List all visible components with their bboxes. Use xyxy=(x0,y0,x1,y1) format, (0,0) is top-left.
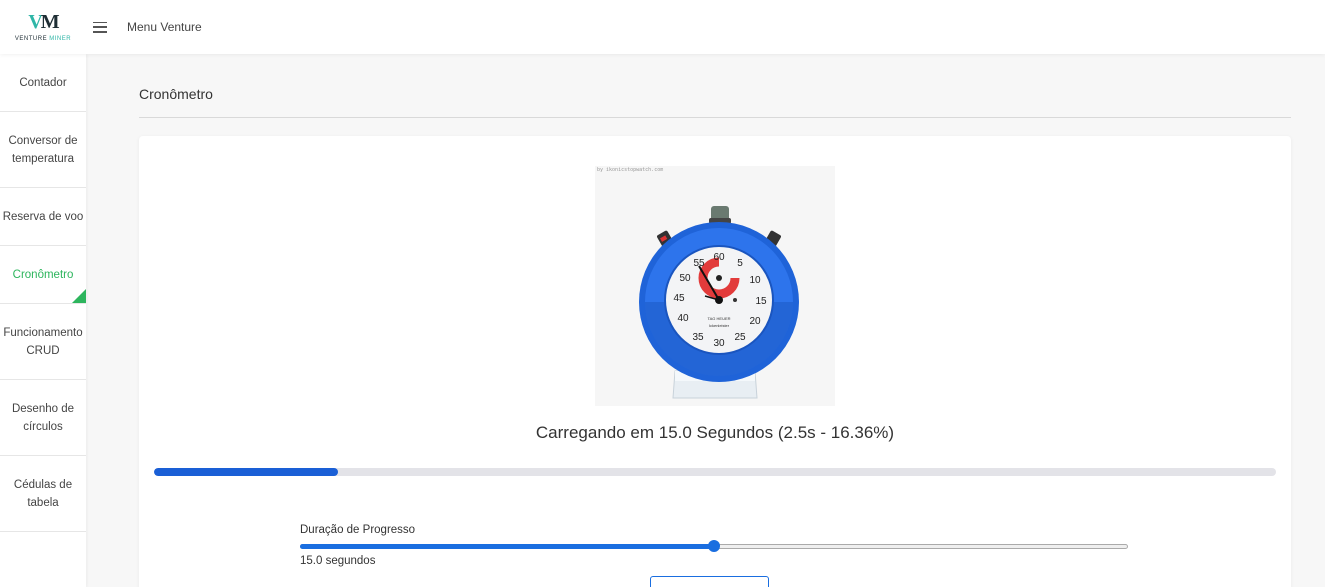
sidebar-item-label: Funcionamento CRUD xyxy=(3,326,83,357)
svg-text:50: 50 xyxy=(679,273,691,284)
menu-title: Menu Venture xyxy=(127,20,202,34)
sidebar-item-cedulas-tabela[interactable]: Cédulas de tabela xyxy=(0,456,86,532)
svg-text:20: 20 xyxy=(749,316,761,327)
slider-fill xyxy=(300,544,714,549)
stopwatch-illustration: 60 5 10 15 20 25 30 35 40 45 50 55 TAG H… xyxy=(639,206,799,399)
svg-text:60: 60 xyxy=(713,252,725,263)
svg-text:10: 10 xyxy=(749,275,761,286)
slider-thumb[interactable] xyxy=(708,540,720,552)
title-divider xyxy=(139,117,1291,118)
duration-label: Duração de Progresso xyxy=(300,524,416,536)
sidebar-item-label: Contador xyxy=(19,76,67,89)
svg-text:35: 35 xyxy=(692,332,704,343)
svg-text:45: 45 xyxy=(673,293,685,304)
sidebar-item-label: Desenho de círculos xyxy=(11,402,75,433)
stopwatch-action-button[interactable] xyxy=(650,576,769,587)
svg-text:TAG HEUER: TAG HEUER xyxy=(707,316,730,321)
hamburger-menu-icon[interactable] xyxy=(93,21,107,33)
sidebar: Contador Conversor de temperatura Reserv… xyxy=(0,54,86,587)
sidebar-item-label: Cédulas de tabela xyxy=(13,478,73,509)
sidebar-item-label: Conversor de temperatura xyxy=(8,134,78,165)
progress-bar xyxy=(154,468,1276,476)
venture-miner-logo[interactable]: VM VENTURE MINER xyxy=(0,0,86,54)
svg-text:30: 30 xyxy=(713,338,725,349)
svg-text:15: 15 xyxy=(755,296,767,307)
svg-text:5: 5 xyxy=(737,258,743,269)
image-watermark: by ikonicstopwatch.com xyxy=(597,167,664,173)
duration-slider[interactable] xyxy=(300,540,1128,552)
top-header: VM VENTURE MINER Menu Venture xyxy=(0,0,1325,54)
svg-text:40: 40 xyxy=(677,313,689,324)
stopwatch-image: by ikonicstopwatch.com 60 5 10 15 20 25 … xyxy=(595,166,835,406)
page-title: Cronômetro xyxy=(139,86,213,102)
loading-status-text: Carregando em 15.0 Segundos (2.5s - 16.3… xyxy=(535,423,895,442)
sidebar-item-cronometro[interactable]: Cronômetro xyxy=(0,246,86,304)
svg-text:Ickenleister: Ickenleister xyxy=(709,323,730,328)
svg-text:25: 25 xyxy=(734,332,746,343)
sidebar-item-funcionamento-crud[interactable]: Funcionamento CRUD xyxy=(0,304,86,380)
sidebar-item-label: Cronômetro xyxy=(12,268,74,281)
progress-bar-fill xyxy=(154,468,338,476)
logo-wordmark: VENTURE MINER xyxy=(14,36,72,42)
active-corner-marker xyxy=(72,289,86,303)
sidebar-item-label: Reserva de voo xyxy=(2,210,84,223)
duration-value: 15.0 segundos xyxy=(300,555,376,567)
sidebar-item-desenho-circulos[interactable]: Desenho de círculos xyxy=(0,380,86,456)
sidebar-item-conversor-temperatura[interactable]: Conversor de temperatura xyxy=(0,112,86,188)
sidebar-item-contador[interactable]: Contador xyxy=(0,54,86,112)
sidebar-item-reserva-voo[interactable]: Reserva de voo xyxy=(0,188,86,246)
logo-mark: VM xyxy=(28,11,59,33)
stopwatch-card: by ikonicstopwatch.com 60 5 10 15 20 25 … xyxy=(139,136,1291,587)
